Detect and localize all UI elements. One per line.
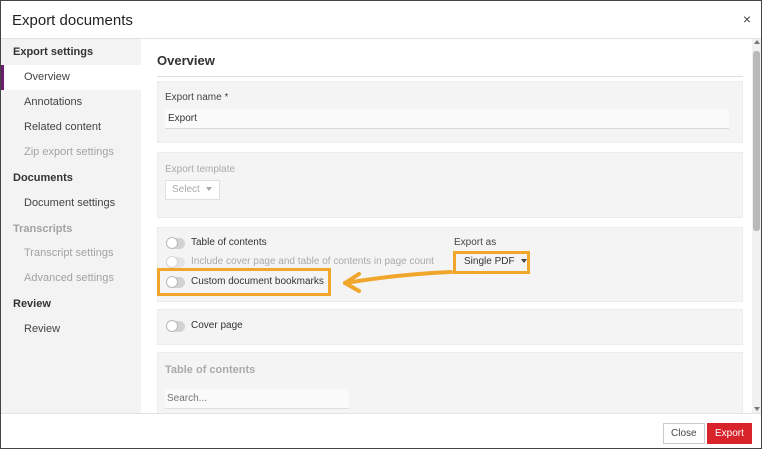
sidebar-item-annotations[interactable]: Annotations (1, 90, 141, 115)
table-of-contents-label: Table of contents (191, 237, 267, 248)
cover-page-panel: Cover page (157, 309, 743, 345)
export-template-select[interactable]: Select (165, 180, 220, 200)
export-as-select-value: Single PDF (464, 256, 515, 267)
scroll-up-icon[interactable] (754, 40, 760, 44)
export-template-select-value: Select (172, 184, 200, 195)
chevron-down-icon (520, 259, 527, 264)
close-button[interactable]: Close (663, 423, 705, 444)
sidebar-item-document-settings[interactable]: Document settings (1, 191, 141, 216)
sidebar-group-transcripts: Transcripts (13, 223, 73, 235)
page-title: Overview (157, 53, 215, 68)
cover-page-toggle[interactable] (166, 320, 185, 332)
sidebar-item-transcript-settings[interactable]: Transcript settings (1, 241, 141, 266)
export-name-panel: Export name * (157, 81, 743, 143)
scroll-down-icon[interactable] (754, 407, 760, 411)
export-as-label: Export as (454, 237, 497, 248)
sidebar-item-advanced-settings[interactable]: Advanced settings (1, 266, 141, 291)
dialog-title: Export documents (12, 12, 133, 29)
cover-page-label: Cover page (191, 320, 243, 331)
sidebar-item-zip-export-settings[interactable]: Zip export settings (1, 140, 141, 165)
sidebar-item-review[interactable]: Review (1, 317, 141, 342)
export-button[interactable]: Export (707, 423, 752, 444)
export-name-label: Export name * (165, 92, 229, 103)
dialog-footer: Close Export (1, 413, 761, 448)
export-as-select[interactable]: Single PDF (458, 255, 528, 275)
dialog-header: Export documents × (1, 1, 761, 39)
settings-main: Overview Export name * Export template S… (141, 39, 751, 413)
scroll-thumb[interactable] (753, 51, 760, 231)
export-documents-dialog: Export documents × Export settings Overv… (0, 0, 762, 449)
toc-search-input[interactable] (165, 389, 349, 409)
sidebar-group-review: Review (13, 298, 51, 310)
sidebar-group-export-settings: Export settings (13, 46, 94, 58)
close-icon[interactable]: × (743, 12, 751, 26)
sidebar-group-documents: Documents (13, 172, 73, 184)
include-cover-page-toggle[interactable] (166, 256, 185, 268)
main-scrollbar[interactable] (752, 39, 761, 413)
export-template-panel: Export template Select (157, 152, 743, 218)
export-template-label: Export template (165, 164, 236, 175)
custom-bookmarks-highlight (157, 268, 331, 296)
sidebar-item-related-content[interactable]: Related content (1, 115, 141, 140)
export-name-input[interactable] (165, 109, 729, 129)
title-divider (157, 76, 743, 77)
chevron-down-icon (205, 187, 212, 192)
table-of-contents-toggle[interactable] (166, 237, 185, 249)
toc-section-title: Table of contents (165, 364, 256, 376)
annotation-arrow-icon (343, 270, 453, 293)
sidebar-item-overview[interactable]: Overview (1, 65, 141, 90)
settings-sidebar: Export settings Overview Annotations Rel… (1, 39, 141, 413)
toc-section-panel: Table of contents (157, 352, 743, 413)
